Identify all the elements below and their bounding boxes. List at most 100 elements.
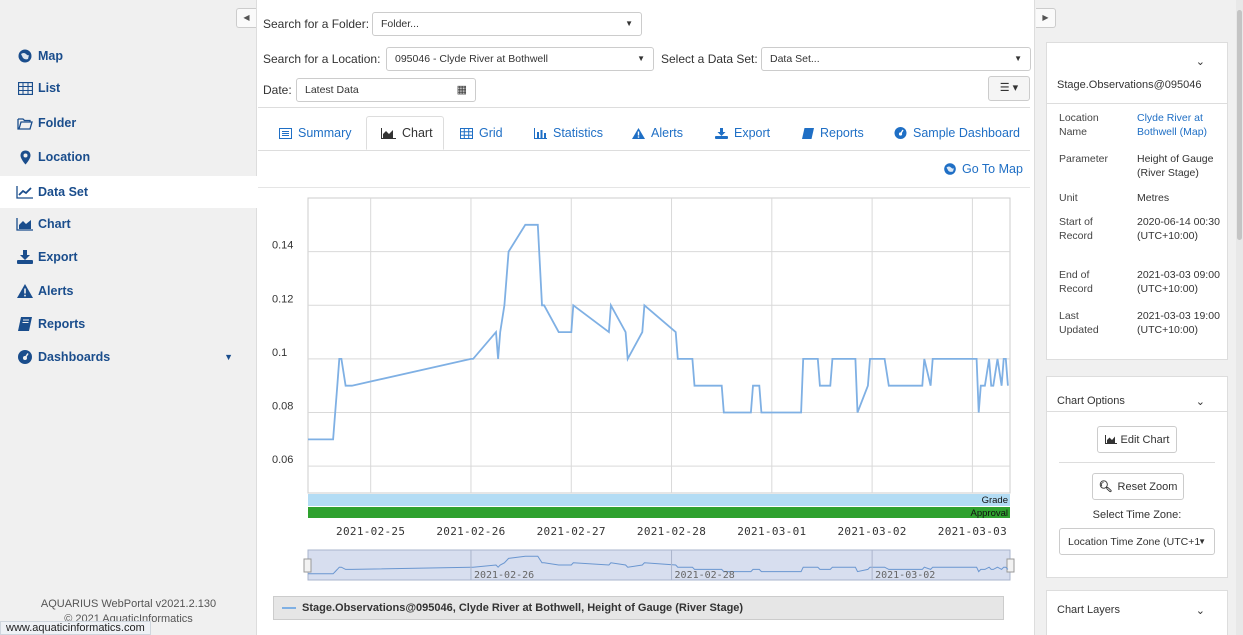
divider (258, 107, 1030, 108)
reset-zoom-button[interactable]: 🔍︎ Reset Zoom (1092, 473, 1184, 500)
sidebar-item-list[interactable]: List (0, 72, 257, 104)
sidebar-item-data-set[interactable]: Data Set (0, 176, 257, 208)
dashboard-icon (16, 350, 34, 364)
x-tick-label: 2021-03-03 (938, 525, 1007, 538)
dropdown-arrow-icon: ▼ (1198, 537, 1206, 546)
sidebar-item-reports[interactable]: Reports (0, 308, 257, 340)
book-icon (16, 317, 34, 331)
tab-label: Summary (298, 126, 352, 140)
tab-grid[interactable]: Grid (460, 116, 503, 150)
legend-label: Stage.Observations@095046, Clyde River a… (302, 602, 744, 614)
sidebar-item-label: Reports (38, 317, 86, 331)
tab-statistics[interactable]: Statistics (534, 116, 603, 150)
navigator-tick-label: 2021-03-02 (875, 570, 935, 581)
chart-options-header[interactable]: Chart Options ⌄ (1047, 377, 1227, 425)
timezone-select-value: Location Time Zone (UTC+1 (1068, 535, 1201, 548)
dashboard-icon (894, 127, 907, 139)
collapse-right-panel-button[interactable]: ▶ (1036, 8, 1056, 28)
collapse-sidebar-button[interactable]: ◀ (236, 8, 256, 28)
date-label: Date: (263, 83, 292, 97)
date-input[interactable]: Latest Data ▦ (296, 78, 476, 102)
location-map-link[interactable]: Clyde River at Bothwell (Map) (1137, 111, 1225, 139)
chevron-down-icon: ⌄ (1195, 395, 1205, 408)
tab-label: Chart (402, 126, 433, 140)
download-icon (16, 250, 34, 264)
time-series-chart[interactable]: 0.06 0.08 0.1 0.12 0.14 2021-02-25 2021-02-26 2… (258, 188, 1030, 588)
tab-chart[interactable]: Chart (366, 116, 444, 150)
tab-alerts[interactable]: Alerts (632, 116, 683, 150)
sidebar-item-dashboards[interactable]: Dashboards ▼ (0, 341, 257, 373)
chart-options-card: Chart Options ⌄ Edit Chart 🔍︎ Reset Zoom… (1046, 376, 1228, 578)
tab-label: Export (734, 126, 771, 140)
dropdown-arrow-icon: ▼ (1014, 54, 1022, 63)
tab-label: Alerts (651, 126, 683, 140)
warning-icon (16, 284, 34, 298)
dataset-select-value: Data Set... (770, 53, 820, 65)
sidebar-item-label: Export (38, 250, 78, 264)
tab-summary[interactable]: Summary (279, 116, 351, 150)
info-key: Unit (1059, 192, 1078, 204)
folder-select[interactable]: Folder... ▼ (372, 12, 642, 36)
tab-sample-dashboard[interactable]: Sample Dashboard (894, 116, 1020, 150)
tab-reports[interactable]: Reports (802, 116, 864, 150)
sidebar-item-label: Folder (38, 116, 77, 130)
warning-icon (632, 127, 645, 139)
list-icon (279, 127, 292, 139)
chart-legend[interactable]: Stage.Observations@095046, Clyde River a… (273, 596, 1004, 620)
sidebar-item-export[interactable]: Export (0, 241, 257, 273)
plot-area (307, 197, 1011, 494)
tab-label: Grid (479, 126, 503, 140)
page-scrollbar-thumb[interactable] (1237, 10, 1242, 240)
dataset-info-header[interactable]: Stage.Observations@095046 ⌄ (1047, 43, 1227, 103)
grade-band-label: Grade (982, 495, 1008, 506)
sliders-icon: ☰ ▾ (999, 82, 1019, 94)
search-icon: 🔍︎ (1098, 481, 1113, 493)
tab-label: Sample Dashboard (913, 126, 1021, 140)
calendar-icon: ▦ (456, 84, 467, 96)
chart-layers-header[interactable]: Chart Layers ⌄ (1047, 591, 1227, 629)
folder-icon (16, 117, 34, 130)
sidebar-item-map[interactable]: Map (0, 40, 257, 72)
dataset-select-label: Select a Data Set: (661, 52, 758, 66)
sidebar-item-alerts[interactable]: Alerts (0, 275, 257, 307)
x-tick-label: 2021-02-25 (336, 525, 405, 538)
filter-settings-button[interactable]: ☰ ▾ (988, 76, 1030, 101)
go-to-map-label: Go To Map (962, 162, 1023, 176)
sidebar-item-chart[interactable]: Chart (0, 208, 257, 240)
x-tick-label: 2021-02-28 (637, 525, 706, 538)
sidebar-item-folder[interactable]: Folder (0, 107, 257, 139)
divider (1047, 103, 1227, 104)
edit-chart-label: Edit Chart (1120, 433, 1170, 446)
chart-options-title: Chart Options (1057, 395, 1125, 407)
tab-label: Statistics (553, 126, 604, 140)
timezone-label: Select Time Zone: (1092, 509, 1182, 521)
info-value: 2021-03-03 19:00 (UTC+10:00) (1137, 310, 1220, 336)
status-bar-url: www.aquaticinformatics.com (0, 621, 151, 635)
edit-chart-button[interactable]: Edit Chart (1097, 426, 1177, 453)
go-to-map-link[interactable]: Go To Map (944, 162, 1023, 176)
sidebar-item-label: List (38, 81, 61, 95)
grid-icon (460, 127, 473, 139)
dataset-select[interactable]: Data Set... ▼ (761, 47, 1031, 71)
tab-export[interactable]: Export (715, 116, 770, 150)
y-tick-label: 0.06 (272, 454, 293, 466)
chart-layers-title: Chart Layers (1057, 604, 1120, 616)
legend-line-swatch (282, 607, 296, 609)
y-tick-label: 0.14 (272, 240, 293, 252)
location-select[interactable]: 095046 - Clyde River at Bothwell ▼ (386, 47, 654, 71)
globe-icon (944, 163, 956, 175)
divider (1047, 411, 1227, 412)
sidebar-item-location[interactable]: Location (0, 141, 257, 173)
chart-layers-card: Chart Layers ⌄ (1046, 590, 1228, 635)
location-select-value: 095046 - Clyde River at Bothwell (395, 53, 548, 65)
folder-search-label: Search for a Folder: (263, 17, 370, 31)
location-search-label: Search for a Location: (263, 52, 381, 66)
sidebar-item-label: Location (38, 150, 91, 164)
dropdown-arrow-icon: ▼ (637, 54, 645, 63)
sidebar-item-label: Data Set (38, 185, 89, 199)
chevron-down-icon: ▼ (224, 352, 233, 362)
timezone-select[interactable]: Location Time Zone (UTC+1 ▼ (1059, 528, 1215, 555)
reset-zoom-label: Reset Zoom (1117, 480, 1178, 493)
info-value: 2021-03-03 09:00 (UTC+10:00) (1137, 269, 1220, 295)
sidebar-item-label: Dashboards (38, 350, 111, 364)
